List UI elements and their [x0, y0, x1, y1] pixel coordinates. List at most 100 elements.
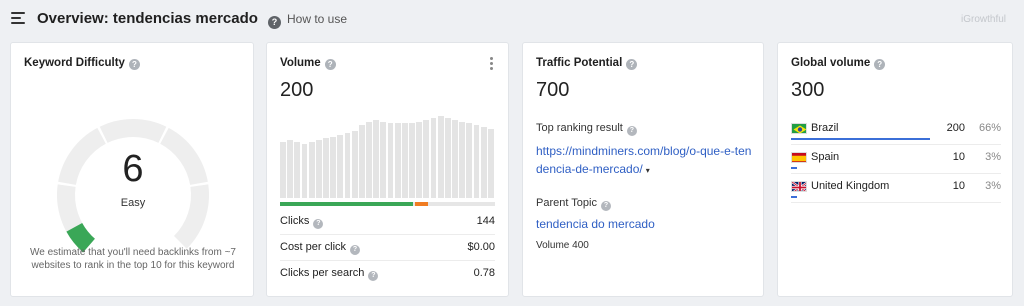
help-icon[interactable]: ?	[350, 245, 361, 255]
metric-label: Cost per click?	[280, 241, 361, 255]
organic-clicks-segment	[280, 202, 414, 206]
country-volume: 10	[952, 151, 965, 163]
help-icon[interactable]: ?	[128, 59, 140, 70]
volume-bar[interactable]	[366, 121, 372, 198]
volume-bar[interactable]	[437, 116, 444, 198]
global-value: 300	[791, 79, 825, 101]
volume-bar[interactable]	[480, 127, 487, 198]
volume-bar[interactable]	[459, 121, 466, 198]
volume-bar[interactable]	[401, 123, 408, 198]
kd-difficulty-label: Easy	[120, 197, 146, 209]
help-icon[interactable]: ?	[600, 201, 611, 211]
clicks-per-search-row: Clicks per search? 0.78	[280, 261, 495, 287]
metric-label: Clicks?	[280, 215, 324, 229]
metric-value: $0.00	[467, 241, 495, 253]
volume-bar[interactable]	[358, 125, 365, 198]
global-volume-card: Global volume? 300 Brazil 200 66% Spain …	[777, 42, 1013, 297]
help-icon[interactable]: ?	[626, 126, 637, 136]
how-to-use-label: How to use	[287, 12, 348, 26]
metric-label: Clicks per search?	[280, 267, 379, 281]
hamburger-menu-icon[interactable]	[11, 12, 25, 24]
caret-down-icon[interactable]: ▾	[646, 166, 650, 175]
country-row-uk[interactable]: United Kingdom 10 3%	[791, 174, 1001, 203]
global-title-label: Global volume	[791, 57, 871, 69]
volume-bar[interactable]	[452, 119, 458, 198]
volume-bar[interactable]	[416, 121, 423, 198]
help-icon[interactable]: ?	[324, 59, 336, 70]
country-name: Spain	[811, 151, 840, 163]
clicks-distribution-bar	[280, 202, 495, 206]
country-row-brazil[interactable]: Brazil 200 66%	[791, 116, 1001, 145]
country-name: United Kingdom	[811, 180, 890, 192]
help-icon[interactable]: ?	[313, 219, 324, 229]
kd-title: Keyword Difficulty?	[24, 57, 140, 70]
volume-bar[interactable]	[444, 117, 451, 198]
traffic-title: Traffic Potential?	[536, 57, 638, 70]
cpc-row: Cost per click? $0.00	[280, 235, 495, 261]
country-name: Brazil	[811, 122, 839, 134]
more-options-icon[interactable]	[490, 57, 494, 72]
volume-bar[interactable]	[287, 140, 294, 198]
help-icon[interactable]: ?	[368, 271, 379, 281]
volume-bar[interactable]	[487, 129, 494, 198]
top-bar: Overview: tendencias mercado ? How to use…	[0, 0, 1024, 40]
top-ranking-label: Top ranking result?	[536, 122, 637, 136]
country-row-spain[interactable]: Spain 10 3%	[791, 145, 1001, 174]
paid-clicks-segment	[415, 202, 428, 206]
volume-bar[interactable]	[466, 123, 473, 198]
volume-bar[interactable]	[373, 119, 380, 198]
volume-bar[interactable]	[280, 142, 286, 198]
kd-title-label: Keyword Difficulty	[24, 57, 125, 69]
country-share-bar	[791, 196, 798, 198]
country-volume: 200	[946, 122, 965, 134]
kd-value: 6	[122, 148, 144, 190]
page-title: Overview: tendencias mercado	[37, 10, 258, 27]
country-share-bar	[791, 167, 798, 169]
global-title: Global volume?	[791, 57, 886, 70]
clicks-row: Clicks? 144	[280, 209, 495, 235]
top-ranking-url[interactable]: https://mindminers.com/blog/o-que-e-tend…	[536, 142, 756, 180]
country-percent: 66%	[978, 122, 1001, 134]
help-icon[interactable]: ?	[874, 59, 886, 70]
volume-bar[interactable]	[387, 123, 394, 198]
brazil-flag-icon	[791, 123, 807, 134]
volume-bar[interactable]	[301, 143, 308, 198]
volume-history-chart	[280, 116, 495, 198]
help-icon[interactable]: ?	[626, 59, 638, 70]
gauge-segment	[99, 119, 167, 143]
volume-bar[interactable]	[351, 130, 358, 198]
metric-value: 0.78	[473, 267, 495, 279]
country-share-bar	[791, 138, 930, 140]
volume-bar[interactable]	[315, 140, 322, 198]
how-to-use-link[interactable]: ? How to use	[268, 12, 347, 29]
uk-flag-icon	[791, 181, 807, 192]
country-percent: 3%	[985, 151, 1001, 163]
volume-bar[interactable]	[294, 142, 301, 198]
country-volume: 10	[952, 180, 965, 192]
volume-bar[interactable]	[473, 125, 480, 198]
volume-bar[interactable]	[344, 132, 351, 198]
parent-topic-link[interactable]: tendencia do mercado	[536, 215, 756, 233]
volume-bar[interactable]	[409, 123, 415, 198]
kd-description: We estimate that you'll need backlinks f…	[30, 247, 236, 271]
metric-value: 144	[476, 215, 495, 227]
watermark: iGrowthful	[960, 14, 1006, 25]
volume-bar[interactable]	[394, 123, 401, 198]
volume-value: 200	[280, 79, 314, 101]
gauge-segment	[174, 184, 209, 249]
volume-bar[interactable]	[337, 134, 344, 198]
volume-bar[interactable]	[308, 142, 315, 198]
volume-bar[interactable]	[430, 117, 437, 198]
traffic-title-label: Traffic Potential	[536, 57, 623, 69]
volume-title: Volume?	[280, 57, 336, 70]
volume-card: Volume? 200 Clicks? 144 Cost per click? …	[266, 42, 509, 297]
traffic-potential-card: Traffic Potential? 700 Top ranking resul…	[522, 42, 764, 297]
volume-bar[interactable]	[423, 119, 430, 198]
volume-bar[interactable]	[330, 136, 337, 198]
keyword-difficulty-card: Keyword Difficulty? 6 Easy We estimate t…	[10, 42, 254, 297]
traffic-value: 700	[536, 79, 570, 101]
volume-bar[interactable]	[380, 121, 387, 198]
help-icon: ?	[268, 16, 281, 29]
volume-bar[interactable]	[323, 138, 329, 198]
country-percent: 3%	[985, 180, 1001, 192]
